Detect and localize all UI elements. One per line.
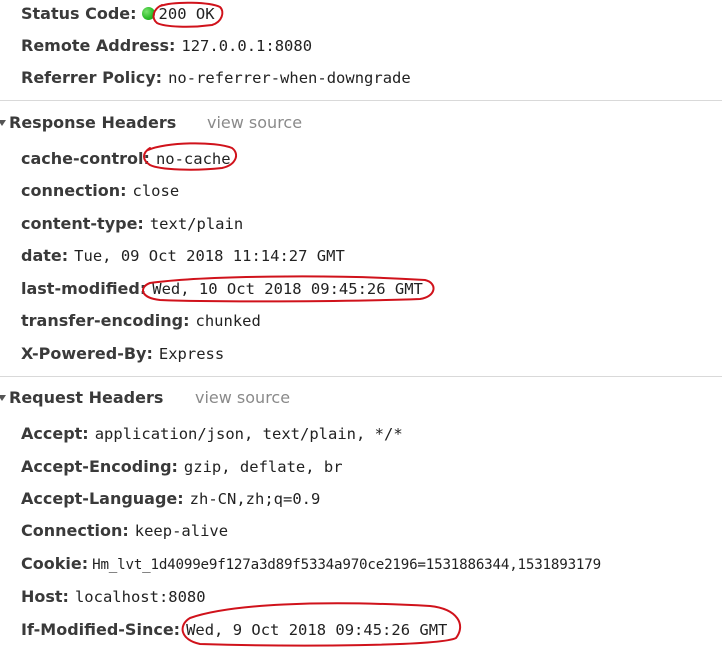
response-header-name: cache-control:	[21, 149, 150, 168]
request-header-name: Host:	[21, 587, 69, 606]
request-header-row: Host: localhost:8080	[21, 584, 206, 610]
status-ok-icon	[141, 7, 155, 20]
request-header-name: Accept:	[21, 424, 89, 443]
request-header-name: Accept-Language:	[21, 489, 184, 508]
request-header-value: Hm_lvt_1d4099e9f127a3d89f5334a970ce2196=…	[92, 557, 601, 573]
response-header-name: last-modified:	[21, 279, 147, 298]
request-header-row: Accept-Encoding: gzip, deflate, br	[21, 454, 343, 480]
request-header-row: If-Modified-Since: Wed, 9 Oct 2018 09:45:…	[21, 617, 447, 643]
response-header-value: Express	[158, 345, 225, 363]
request-headers-toggle[interactable]: Request Headers	[0, 385, 163, 411]
request-header-row: Connection: keep-alive	[21, 518, 228, 544]
response-header-name: transfer-encoding:	[21, 311, 190, 330]
referrer-policy-value: no-referrer-when-downgrade	[168, 69, 411, 87]
response-header-name: content-type:	[21, 214, 144, 233]
response-headers-toggle[interactable]: Response Headers	[0, 110, 176, 136]
response-header-value: Tue, 09 Oct 2018 11:14:27 GMT	[74, 247, 345, 265]
response-header-row: X-Powered-By: Express	[21, 341, 224, 367]
remote-address-name: Remote Address:	[21, 36, 176, 55]
request-header-value: gzip, deflate, br	[183, 458, 343, 476]
expand-triangle-icon	[0, 120, 6, 126]
request-header-row: Accept-Language: zh-CN,zh;q=0.9	[21, 486, 320, 512]
referrer-policy-name: Referrer Policy:	[21, 68, 163, 87]
request-header-value: localhost:8080	[74, 588, 206, 606]
response-header-row: connection: close	[21, 178, 179, 204]
response-headers-title: Response Headers	[9, 113, 177, 132]
remote-address-value: 127.0.0.1:8080	[181, 37, 313, 55]
response-header-name: connection:	[21, 181, 127, 200]
response-header-row: date: Tue, 09 Oct 2018 11:14:27 GMT	[21, 243, 345, 269]
response-view-source-link[interactable]: view source	[207, 110, 302, 136]
response-header-name: date:	[21, 246, 69, 265]
status-code-value: 200 OK	[158, 5, 215, 23]
response-header-row: cache-control: no-cache	[21, 146, 231, 172]
request-header-name: Connection:	[21, 521, 129, 540]
referrer-policy-row: Referrer Policy: no-referrer-when-downgra…	[21, 65, 411, 91]
request-header-name: Accept-Encoding:	[21, 457, 178, 476]
remote-address-row: Remote Address: 127.0.0.1:8080	[21, 33, 312, 59]
response-header-value: close	[132, 182, 180, 200]
request-header-name: Cookie:	[21, 554, 89, 573]
request-header-row: Cookie: Hm_lvt_1d4099e9f127a3d89f5334a970…	[21, 551, 601, 577]
request-header-value: zh-CN,zh;q=0.9	[189, 490, 321, 508]
response-header-name: X-Powered-By:	[21, 344, 153, 363]
expand-triangle-icon	[0, 395, 6, 401]
response-header-value: Wed, 10 Oct 2018 09:45:26 GMT	[152, 280, 423, 298]
response-header-row: transfer-encoding: chunked	[21, 308, 261, 334]
request-header-value: keep-alive	[134, 522, 229, 540]
response-header-value: text/plain	[149, 215, 244, 233]
response-header-value: chunked	[195, 312, 261, 330]
request-header-value: application/json, text/plain, */*	[94, 425, 403, 443]
request-view-source-link[interactable]: view source	[195, 385, 290, 411]
response-header-row: last-modified: Wed, 10 Oct 2018 09:45:26 …	[21, 276, 423, 302]
section-divider	[0, 376, 722, 377]
request-headers-title: Request Headers	[9, 388, 164, 407]
section-divider	[0, 100, 722, 101]
request-header-row: Accept: application/json, text/plain, */*	[21, 421, 403, 447]
status-code-name: Status Code:	[21, 4, 137, 23]
status-code-row: Status Code: 200 OK	[21, 1, 215, 27]
request-header-value: Wed, 9 Oct 2018 09:45:26 GMT	[186, 621, 448, 639]
response-header-row: content-type: text/plain	[21, 211, 243, 237]
response-header-value: no-cache	[155, 150, 231, 168]
request-header-name: If-Modified-Since:	[21, 620, 181, 639]
